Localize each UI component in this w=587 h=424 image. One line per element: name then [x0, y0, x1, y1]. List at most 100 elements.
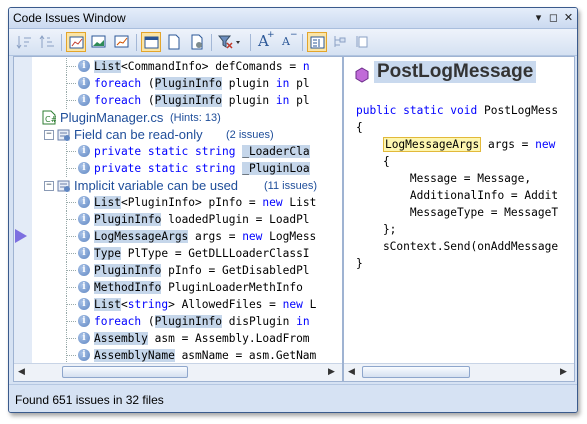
issue-code: foreach (PluginInfo plugin in pl [94, 76, 310, 91]
chart-area-icon[interactable] [89, 32, 109, 52]
code-token: <CommandInfo> defComands = [120, 60, 303, 73]
issue-count: (2 issues) [226, 129, 274, 141]
code-line: Message = Message, [356, 171, 531, 186]
issue-row[interactable]: i List<string> AllowedFiles = new L [14, 296, 332, 313]
sort-alt-icon[interactable] [37, 32, 57, 52]
issue-row[interactable]: i private static string _PluginLoa [14, 160, 332, 177]
info-icon: i [78, 315, 90, 327]
code-token: List [94, 196, 121, 209]
pin-dropdown-icon[interactable]: ▾ [532, 11, 545, 24]
current-issue-pointer-icon [15, 229, 27, 243]
csharp-file-icon: C# [42, 110, 56, 125]
preview-horizontal-scrollbar[interactable]: ◀ ▶ [344, 363, 574, 381]
issue-row[interactable]: i Type PlType = GetDLLLoaderClassI [14, 245, 332, 262]
scroll-thumb[interactable] [362, 366, 470, 378]
issue-group-icon [57, 180, 70, 192]
status-text: Found 651 issues in 32 files [15, 393, 164, 407]
code-token: Message = Message, [356, 172, 532, 185]
code-token: in [275, 77, 290, 90]
filter-icon[interactable] [216, 32, 244, 52]
chart-line-icon[interactable] [112, 32, 132, 52]
sort-icon[interactable] [14, 32, 34, 52]
issue-code: List<string> AllowedFiles = new L [94, 297, 316, 312]
code-token: foreach [94, 77, 142, 90]
code-token: PlType = GetDLLLoaderClassI [120, 247, 310, 260]
issue-code: foreach (PluginInfo disPlugin in [94, 314, 310, 329]
issues-tree-panel[interactable]: i List<CommandInfo> defComands = n i foreac… [13, 56, 343, 382]
issue-group-name: Implicit variable can be used [74, 178, 239, 193]
scroll-right-icon[interactable]: ▶ [328, 367, 335, 377]
code-token: new [535, 138, 556, 151]
code-token: disPlugin [222, 315, 297, 328]
code-token: < [120, 298, 128, 311]
file-row[interactable]: C# PluginManager.cs (Hints: 13) [14, 109, 332, 126]
code-token: ( [141, 77, 155, 90]
issue-row[interactable]: i foreach (PluginInfo disPlugin in [14, 313, 332, 330]
scroll-right-icon[interactable]: ▶ [560, 367, 567, 377]
info-icon: i [78, 332, 90, 344]
code-token: Assembly [94, 332, 148, 345]
issue-row[interactable]: i private static string _LoaderCla [14, 143, 332, 160]
code-preview-panel: PostLogMessage public static void PostLo… [343, 56, 575, 382]
scroll-left-icon[interactable]: ◀ [18, 367, 25, 377]
code-token: PluginLoaderMethInfo [161, 281, 303, 294]
info-icon: i [78, 298, 90, 310]
svg-text:C#: C# [45, 115, 56, 124]
code-line: MessageType = MessageT [356, 205, 558, 220]
code-token: new [262, 196, 283, 209]
scroll-left-icon[interactable]: ◀ [348, 367, 355, 377]
tree-icon[interactable] [330, 32, 350, 52]
issue-row[interactable]: i MethodInfo PluginLoaderMethInfo [14, 279, 332, 296]
code-token: AdditionalInfo = Addit [356, 189, 559, 202]
code-token: asmName = asm.GetNam [174, 349, 317, 362]
code-token: List [94, 298, 121, 311]
document-settings-icon[interactable] [187, 32, 207, 52]
code-token: MessageType = MessageT [356, 206, 559, 219]
scroll-thumb[interactable] [62, 366, 188, 378]
issue-row[interactable]: i List<CommandInfo> defComands = n [14, 58, 332, 75]
document-icon[interactable] [164, 32, 184, 52]
issue-row[interactable]: i PluginInfo pInfo = GetDisabledPl [14, 262, 332, 279]
code-token: AssemblyName [94, 349, 175, 362]
font-increase-icon[interactable]: A + [255, 30, 275, 52]
issue-row[interactable]: i foreach (PluginInfo plugin in pl [14, 92, 332, 109]
list-icon[interactable] [352, 32, 372, 52]
issue-group-row[interactable]: − Field can be read-only (2 issues) [14, 126, 332, 143]
font-decrease-icon[interactable]: A − [278, 30, 298, 52]
info-icon: i [78, 145, 90, 157]
code-token: in [296, 315, 310, 328]
issue-row[interactable]: i List<PluginInfo> pInfo = new List [14, 194, 332, 211]
code-token: <PluginInfo> pInfo = [120, 196, 263, 209]
tree-horizontal-scrollbar[interactable]: ◀ ▶ [14, 363, 342, 381]
code-line: { [356, 154, 390, 169]
issue-count: (11 issues) [264, 180, 317, 192]
info-icon: i [78, 94, 90, 106]
code-token: public static void [356, 104, 478, 117]
window-icon[interactable] [141, 32, 161, 52]
issue-row[interactable]: i Assembly asm = Assembly.LoadFrom [14, 330, 332, 347]
info-icon: i [78, 196, 90, 208]
collapse-icon[interactable]: − [44, 130, 54, 140]
issue-row[interactable]: i PluginInfo loadedPlugin = LoadPl [14, 211, 332, 228]
code-token: in [275, 94, 290, 107]
code-token: ( [141, 94, 155, 107]
code-token: }; [356, 223, 397, 236]
issue-row[interactable]: i foreach (PluginInfo plugin in pl [14, 75, 332, 92]
code-token: n [302, 60, 310, 73]
code-token: new [282, 298, 303, 311]
chart-icon[interactable] [66, 32, 86, 52]
split-view-icon[interactable] [307, 32, 327, 52]
code-token: List [94, 60, 121, 73]
code-line: AdditionalInfo = Addit [356, 188, 558, 203]
close-icon[interactable]: ✕ [562, 11, 575, 24]
issue-code: PluginInfo loadedPlugin = LoadPl [94, 212, 310, 227]
issue-row[interactable]: i LogMessageArgs args = new LogMess [14, 228, 332, 245]
issue-code: private static string _PluginLoa [94, 161, 310, 176]
collapse-icon[interactable]: − [44, 181, 54, 191]
toolbar: A + A − [9, 29, 577, 56]
issue-row[interactable]: i AssemblyName asmName = asm.GetNam [14, 347, 332, 364]
issue-group-row[interactable]: − Implicit variable can be used (11 issues… [14, 177, 332, 194]
restore-icon[interactable]: ◻ [547, 11, 560, 24]
title-bar[interactable]: Code Issues Window ▾ ◻ ✕ [9, 8, 577, 29]
code-token: private static string [94, 145, 236, 158]
